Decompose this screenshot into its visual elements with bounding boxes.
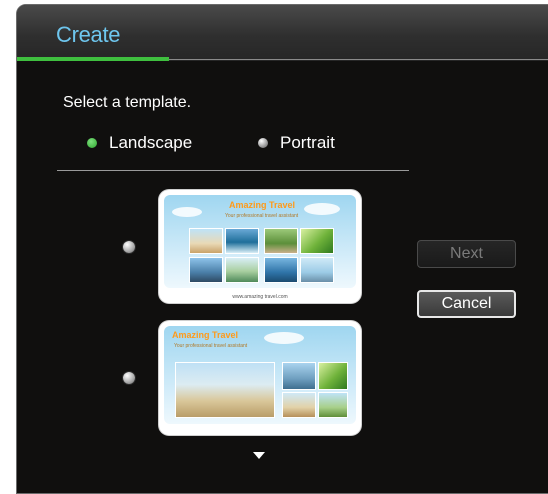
photo-thumbnail	[189, 257, 223, 283]
photo-thumbnail	[318, 362, 348, 390]
photo-thumbnail	[225, 228, 259, 254]
scroll-down-arrow-icon[interactable]	[253, 452, 265, 459]
title-tab-indicator	[17, 57, 169, 61]
orientation-option-portrait[interactable]: Portrait	[258, 133, 335, 153]
template-2-preview[interactable]: Amazing Travel Your professional travel …	[159, 321, 361, 435]
orientation-option-landscape[interactable]: Landscape	[87, 133, 192, 153]
photo-thumbnail	[264, 257, 298, 283]
template-background: Amazing Travel Your professional travel …	[164, 195, 356, 288]
cancel-button[interactable]: Cancel	[417, 290, 516, 318]
photo-thumbnail-large	[175, 362, 275, 418]
select-template-prompt: Select a template.	[63, 94, 192, 111]
selected-radio-icon	[87, 138, 97, 148]
title-separator	[169, 59, 548, 60]
section-divider	[57, 170, 409, 171]
template-1-preview[interactable]: Amazing Travel Your professional travel …	[159, 190, 361, 303]
template-2-radio[interactable]	[123, 372, 135, 384]
create-dialog: Create Select a template. Landscape Port…	[16, 4, 548, 494]
orientation-label: Portrait	[280, 133, 335, 152]
photo-thumbnail	[300, 257, 334, 283]
photo-thumbnail	[225, 257, 259, 283]
orientation-label: Landscape	[109, 133, 193, 152]
dialog-title: Create	[56, 22, 121, 47]
template-1-radio[interactable]	[123, 241, 135, 253]
photo-thumbnail	[282, 362, 316, 390]
photo-thumbnail	[318, 392, 348, 418]
template-title: Amazing Travel	[172, 330, 239, 340]
photo-thumbnail	[264, 228, 298, 254]
unselected-radio-icon	[258, 138, 268, 148]
template-subtitle: Your professional travel assistant	[225, 213, 299, 219]
template-footer-url: www.amazing travel.com	[232, 294, 288, 300]
cloud-decoration	[172, 207, 202, 217]
photo-thumbnail	[282, 392, 316, 418]
next-button[interactable]: Next	[417, 240, 516, 268]
title-bar: Create	[17, 5, 548, 61]
template-subtitle: Your professional travel assistant	[174, 343, 248, 349]
template-title: Amazing Travel	[229, 200, 296, 210]
photo-thumbnail	[300, 228, 334, 254]
photo-thumbnail	[189, 228, 223, 254]
template-background: Amazing Travel Your professional travel …	[164, 326, 356, 424]
cloud-decoration	[264, 332, 304, 344]
cloud-decoration	[304, 203, 340, 215]
